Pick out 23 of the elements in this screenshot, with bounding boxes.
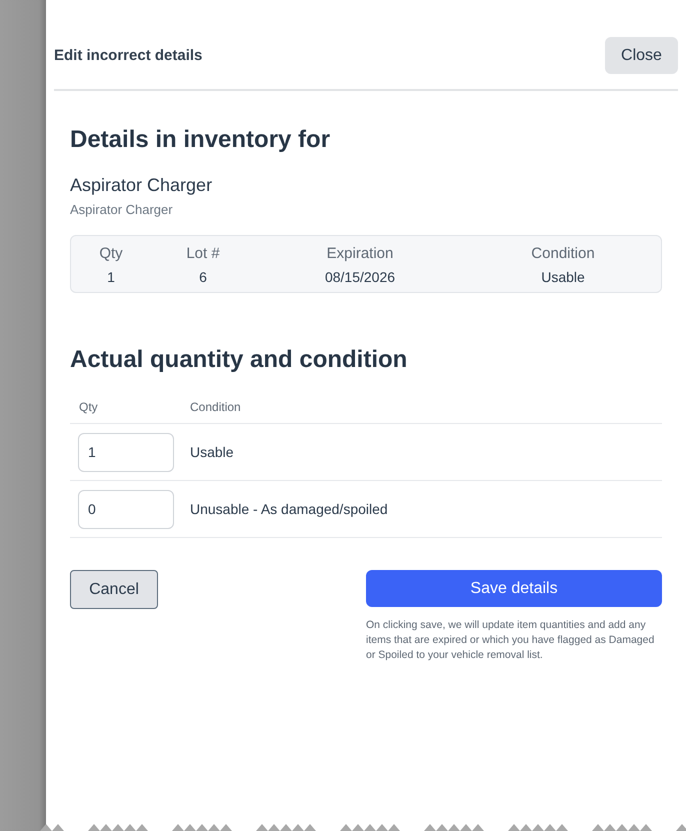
save-note: On clicking save, we will update item quantities and add any items that are expired or which you have flagged as Damaged or Spoiled to your vehicle removal list. <box>366 618 656 663</box>
column-header: Lot # <box>186 244 220 264</box>
condition-label: Unusable - As damaged/spoiled <box>190 501 388 517</box>
column-header: Qty <box>99 244 123 264</box>
item-name: Aspirator Charger <box>70 174 214 196</box>
section-heading: Details in inventory for <box>70 125 332 155</box>
column-value: 6 <box>199 268 207 287</box>
column-value: Usable <box>541 268 585 287</box>
cancel-button[interactable]: Cancel <box>70 570 158 609</box>
column-header: Condition <box>531 244 595 264</box>
column-value: 08/15/2026 <box>324 268 396 287</box>
column-header: Condition <box>190 400 241 414</box>
column-header: Expiration <box>326 244 394 264</box>
column-value: 1 <box>107 268 115 287</box>
save-button[interactable]: Save details <box>366 570 662 607</box>
close-button[interactable]: Close <box>605 37 678 74</box>
qty-input[interactable]: 1 <box>78 432 174 472</box>
item-subtitle: Aspirator Charger <box>70 202 174 218</box>
condition-label: Usable <box>190 444 234 460</box>
column-header: Qty <box>78 400 99 414</box>
section-heading: Actual quantity and condition <box>70 345 408 375</box>
qty-input[interactable]: 0 <box>78 490 174 528</box>
dialog-title: Edit incorrect details <box>54 47 202 64</box>
